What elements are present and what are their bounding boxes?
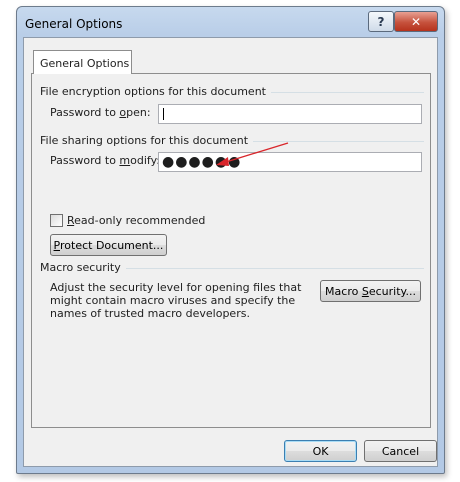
readonly-recommended-label: Read-only recommended [67,214,206,227]
group-divider [270,91,424,93]
protect-document-button[interactable]: Protect Document... [50,234,167,256]
encryption-header-text: File encryption options for this documen… [40,85,266,98]
readonly-recommended-checkbox[interactable] [50,214,63,227]
tab-page: File encryption options for this documen… [31,73,431,428]
encryption-group-header: File encryption options for this documen… [40,85,424,98]
title-bar[interactable]: General Options ? ✕ [17,7,444,37]
dialog-client-area: General Options File encryption options … [23,37,438,467]
macro-group-header: Macro security [40,261,424,274]
readonly-recommended-checkbox-row[interactable]: Read-only recommended [50,214,205,227]
password-modify-label: Password to modify: [50,154,161,167]
macro-security-button[interactable]: Macro Security... [320,280,421,302]
group-divider [125,267,424,269]
password-open-field[interactable] [158,104,422,124]
cancel-label: Cancel [381,444,420,458]
text-caret [163,108,164,120]
help-icon: ? [377,14,385,29]
close-button[interactable]: ✕ [394,11,438,32]
help-button[interactable]: ? [368,11,394,32]
dialog-title: General Options [25,17,123,31]
macro-header-text: Macro security [40,261,121,274]
dialog-window: General Options ? ✕ General Options File… [16,6,445,474]
tab-label: General Options [40,57,130,70]
password-modify-field[interactable]: ●●●●●● [158,152,422,172]
cancel-button[interactable]: Cancel [364,440,437,462]
protect-document-label: Protect Document... [53,238,164,252]
ok-button[interactable]: OK [284,440,357,462]
tab-general-options[interactable]: General Options [33,50,132,74]
macro-security-label: Macro Security... [325,284,416,298]
close-icon: ✕ [410,14,422,29]
red-arrow-icon [216,142,289,166]
password-open-label: Password to open: [50,106,151,119]
ok-label: OK [312,444,329,458]
macro-description: Adjust the security level for opening fi… [50,281,302,320]
